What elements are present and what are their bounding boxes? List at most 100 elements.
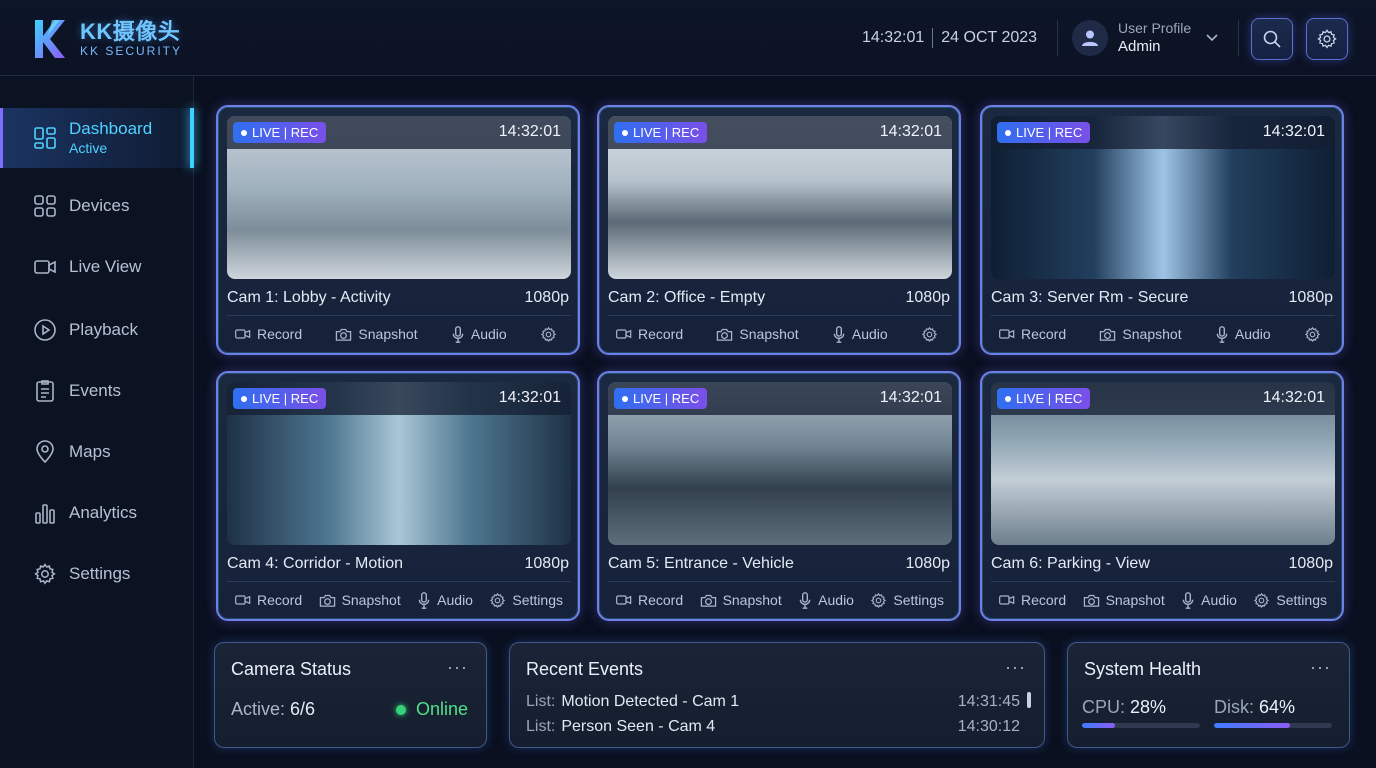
- panel-title: Camera Status: [231, 659, 352, 679]
- camera-feed[interactable]: LIVE | REC 14:32:01: [608, 116, 952, 279]
- snapshot-button[interactable]: Snapshot: [335, 326, 418, 342]
- event-row[interactable]: List: Motion Detected - Cam 1 14:31:45: [526, 693, 1020, 713]
- audio-button[interactable]: Audio: [798, 591, 854, 609]
- camera-icon: [1083, 594, 1099, 607]
- microphone-icon: [452, 325, 464, 343]
- camera-resolution: 1080p: [524, 289, 570, 306]
- user-icon: [1082, 30, 1098, 46]
- sidebar-item-label: Dashboard: [69, 119, 153, 138]
- sidebar-item-maps[interactable]: Maps: [0, 422, 194, 482]
- badge-label: LIVE | REC: [1016, 391, 1083, 406]
- map-pin-icon: [33, 440, 57, 464]
- sidebar-item-label: Analytics: [69, 503, 138, 522]
- camera-card[interactable]: LIVE | REC 14:32:01 Cam 3: Server Rm - Sec…: [980, 105, 1344, 355]
- more-options-button[interactable]: ···: [1005, 657, 1026, 678]
- audio-button[interactable]: Audio: [451, 325, 507, 343]
- snapshot-button[interactable]: Snapshot: [716, 326, 799, 342]
- snapshot-button[interactable]: Snapshot: [700, 592, 782, 608]
- logo-mark-icon: [35, 20, 65, 58]
- camera-card[interactable]: LIVE | REC 14:32:01 Cam 2: Office - Empty 1…: [597, 105, 961, 355]
- settings-button[interactable]: Settings: [1253, 592, 1327, 609]
- camera-feed[interactable]: LIVE | REC 14:32:01: [991, 382, 1335, 545]
- card-divider: [608, 315, 952, 316]
- camera-name: Cam 4: Corridor - Motion: [227, 555, 404, 572]
- feed-timestamp: 14:32:01: [1262, 389, 1325, 406]
- record-button[interactable]: Record: [999, 326, 1066, 342]
- record-button[interactable]: Record: [999, 592, 1066, 608]
- audio-button[interactable]: Audio: [832, 325, 888, 343]
- rec-dot-icon: [622, 129, 628, 136]
- sidebar-item-analytics[interactable]: Analytics: [0, 483, 194, 543]
- camera-feed[interactable]: LIVE | REC 14:32:01: [227, 116, 571, 279]
- snapshot-button[interactable]: Snapshot: [1099, 326, 1182, 342]
- settings-button[interactable]: [1306, 18, 1348, 60]
- disk-usage-bar: [1214, 723, 1332, 728]
- camera-feed[interactable]: LIVE | REC 14:32:01: [227, 382, 571, 545]
- panel-title: Recent Events: [526, 659, 644, 679]
- search-icon: [1263, 30, 1281, 48]
- more-options-button[interactable]: ···: [1310, 657, 1331, 678]
- camera-card[interactable]: LIVE | REC 14:32:01 Cam 1: Lobby - Activit…: [216, 105, 580, 355]
- event-text: Motion Detected - Cam 1: [561, 693, 740, 710]
- grid-icon: [33, 194, 57, 218]
- snapshot-button[interactable]: Snapshot: [319, 592, 401, 608]
- top-header: KK摄像头 KK SECURITY 14:32:01 24 OCT 2023 U…: [0, 0, 1376, 76]
- active-label: Active:: [231, 699, 286, 719]
- card-divider: [608, 581, 952, 582]
- audio-label: Audio: [1201, 592, 1237, 608]
- snapshot-button[interactable]: Snapshot: [1083, 592, 1165, 608]
- camera-name: Cam 2: Office - Empty: [608, 289, 766, 306]
- sidebar-item-devices[interactable]: Devices: [0, 176, 194, 236]
- camera-feed[interactable]: LIVE | REC 14:32:01: [991, 116, 1335, 279]
- camera-settings-button[interactable]: [921, 326, 944, 343]
- record-button[interactable]: Record: [616, 592, 683, 608]
- more-options-button[interactable]: ···: [447, 657, 468, 678]
- gear-icon: [1317, 29, 1337, 49]
- camera-name: Cam 6: Parking - View: [991, 555, 1150, 572]
- brand-title: KK摄像头: [80, 19, 181, 44]
- camera-actions: Record Snapshot Audio Settings: [991, 587, 1335, 613]
- sidebar-item-live-view[interactable]: Live View: [0, 237, 194, 297]
- gear-icon: [33, 562, 57, 586]
- event-text: Person Seen - Cam 4: [561, 718, 716, 735]
- header-clock: 14:32:01 24 OCT 2023: [862, 28, 1037, 48]
- gear-icon: [1304, 326, 1321, 342]
- badge-label: LIVE | REC: [633, 391, 700, 406]
- disk-usage-fill: [1214, 723, 1290, 728]
- record-button[interactable]: Record: [235, 326, 302, 342]
- event-time: 14:30:12: [957, 718, 1020, 735]
- system-health-panel: System Health ··· CPU: 28% Disk: 64%: [1067, 642, 1350, 748]
- user-profile-menu[interactable]: User Profile Admin: [1072, 18, 1219, 58]
- audio-label: Audio: [470, 326, 507, 342]
- settings-button[interactable]: Settings: [870, 592, 944, 609]
- settings-button[interactable]: Settings: [489, 592, 563, 609]
- audio-button[interactable]: Audio: [1215, 325, 1271, 343]
- sidebar-item-playback[interactable]: Playback: [0, 300, 194, 360]
- recent-events-panel: Recent Events ··· List: Motion Detected -…: [509, 642, 1045, 748]
- disk-label: Disk:: [1214, 697, 1254, 717]
- camera-icon: [319, 594, 335, 607]
- camera-card[interactable]: LIVE | REC 14:32:01 Cam 5: Entrance - Vehi…: [597, 371, 961, 621]
- cpu-usage-fill: [1082, 723, 1116, 728]
- camera-icon: [1100, 328, 1116, 341]
- event-row[interactable]: List: Person Seen - Cam 4 14:30:12: [526, 718, 1020, 738]
- record-button[interactable]: Record: [235, 592, 302, 608]
- record-button[interactable]: Record: [616, 326, 683, 342]
- search-button[interactable]: [1251, 18, 1293, 60]
- sidebar-item-label: Playback: [69, 320, 138, 339]
- audio-button[interactable]: Audio: [417, 591, 473, 609]
- camera-card[interactable]: LIVE | REC 14:32:01 Cam 4: Corridor - Moti…: [216, 371, 580, 621]
- audio-button[interactable]: Audio: [1181, 591, 1237, 609]
- gear-icon: [1254, 592, 1270, 608]
- sidebar-item-settings[interactable]: Settings: [0, 544, 194, 604]
- brand-logo[interactable]: KK摄像头 KK SECURITY: [32, 16, 182, 62]
- sidebar-item-sublabel: Active: [69, 140, 108, 156]
- sidebar-item-dashboard[interactable]: Dashboard Active: [0, 108, 194, 168]
- camera-card[interactable]: LIVE | REC 14:32:01 Cam 6: Parking - View 1…: [980, 371, 1344, 621]
- camera-feed[interactable]: LIVE | REC 14:32:01: [608, 382, 952, 545]
- camera-settings-button[interactable]: [1304, 326, 1327, 343]
- events-scrollbar[interactable]: [1027, 692, 1031, 708]
- camera-settings-button[interactable]: [540, 326, 563, 343]
- sidebar-item-events[interactable]: Events: [0, 361, 194, 421]
- rec-dot-icon: [1005, 395, 1011, 402]
